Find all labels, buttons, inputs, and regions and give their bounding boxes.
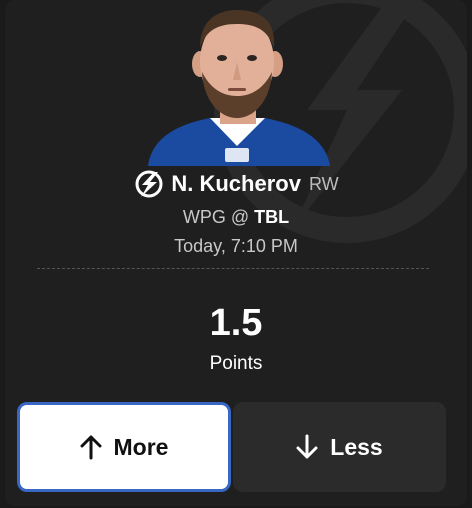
less-button-label: Less [330,433,383,460]
arrow-up-icon [80,434,102,460]
less-button[interactable]: Less [233,402,446,492]
home-team: TBL [254,207,290,227]
away-team: WPG [182,207,226,227]
player-name: N. Kucherov [171,171,301,196]
player-name-row: N. Kucherov RW [5,170,467,198]
stat-type: Points [209,353,263,374]
player-headshot [148,10,330,166]
player-position: RW [308,173,339,194]
lightning-bolt-icon [133,170,165,198]
projection-card: N. Kucherov RW WPG @ TBL Today, 7:10 PM … [5,0,467,506]
game-time: Today, 7:10 PM [174,236,298,256]
projection-line: 1.5 [209,302,263,344]
matchup-separator: @ [230,207,250,227]
matchup: WPG @ TBL [5,207,467,228]
arrow-down-icon [296,434,318,460]
more-button[interactable]: More [17,402,231,492]
divider [37,268,429,269]
more-button-label: More [113,433,169,460]
